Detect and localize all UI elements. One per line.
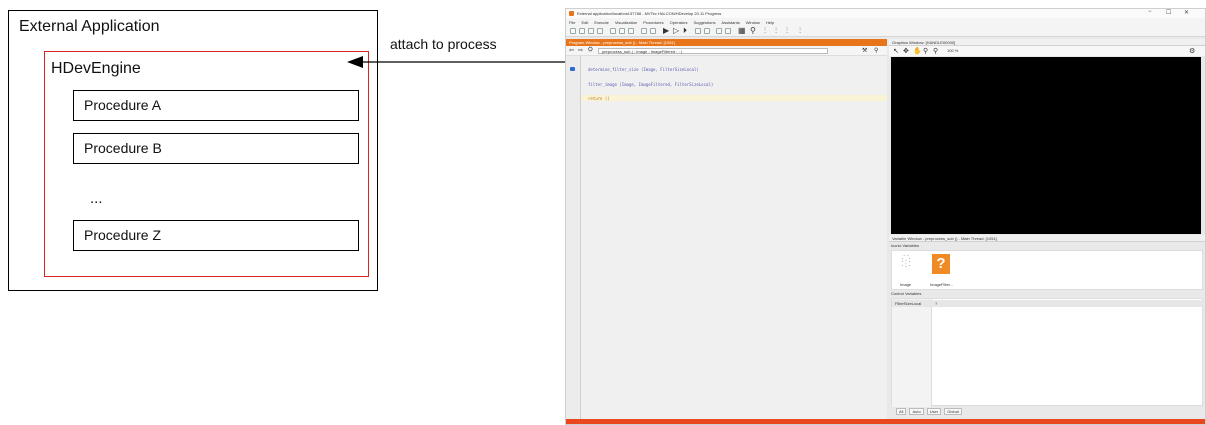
tab-global[interactable]: Global bbox=[944, 408, 962, 415]
menu-help[interactable]: Help bbox=[766, 20, 774, 25]
menu-suggestions[interactable]: Suggestions bbox=[693, 20, 715, 25]
attach-to-process-label: attach to process bbox=[390, 36, 497, 52]
run-icon[interactable]: ▶ bbox=[663, 26, 669, 35]
code-line-1[interactable]: determine_filter_size (Image, FilterSize… bbox=[588, 67, 699, 72]
tab-all[interactable]: All bbox=[896, 408, 907, 415]
menu-file[interactable]: File bbox=[569, 20, 575, 25]
step-over-icon[interactable]: ⏵ bbox=[683, 26, 687, 36]
gray-histogram-icon[interactable]: ⫶ bbox=[786, 26, 788, 36]
procedure-z-box: Procedure Z bbox=[73, 220, 359, 251]
procedure-a-box: Procedure A bbox=[73, 90, 359, 121]
hdevelop-window: External application/localhost:37788 - M… bbox=[565, 8, 1206, 425]
menu-operators[interactable]: Operators bbox=[670, 20, 688, 25]
pan-icon[interactable]: ✋ bbox=[913, 47, 922, 55]
variable-tabs: All Auto User Global bbox=[896, 408, 962, 415]
current-line-highlight bbox=[581, 95, 887, 101]
reset-icon[interactable] bbox=[704, 28, 710, 34]
app-titlebar: External application/localhost:37788 - M… bbox=[566, 9, 1205, 18]
undo-icon[interactable] bbox=[641, 28, 647, 34]
main-toolbar: ▶ ▷ ⏵ ▦ ⚲ ⫶ ⫶ ⫶ ⫶ bbox=[566, 26, 1205, 37]
iconic-variables-area: · ·: · : · : · ? Image ImageFilter... bbox=[891, 250, 1203, 290]
menu-window[interactable]: Window bbox=[746, 20, 760, 25]
variable-window-header: Variable Window - preprocess_sub () - Ma… bbox=[889, 235, 1205, 242]
procedure-select-value: preprocess_sub ( : Image : ImageFiltered… bbox=[602, 49, 683, 54]
minimize-button[interactable]: − bbox=[1148, 9, 1152, 15]
move-icon[interactable]: ✥ bbox=[903, 47, 909, 55]
redo-icon[interactable] bbox=[650, 28, 656, 34]
line-number-gutter bbox=[566, 56, 581, 421]
menu-edit[interactable]: Edit bbox=[581, 20, 588, 25]
program-window-header: Program Window - preprocess_sub () - Mai… bbox=[566, 39, 887, 46]
control-variable-value: ? bbox=[935, 301, 938, 306]
hdevengine-label: HDevEngine bbox=[51, 60, 141, 77]
attach-arrow bbox=[347, 56, 567, 68]
control-name-column bbox=[892, 299, 932, 407]
program-window-toolbar: ⇦ ⇨ ⛭ preprocess_sub ( : Image : ImageFi… bbox=[566, 46, 887, 56]
breakpoint-icon[interactable] bbox=[716, 28, 722, 34]
app-title: External application/localhost:37788 - M… bbox=[577, 11, 722, 16]
procedure-b-box: Procedure B bbox=[73, 133, 359, 164]
line-profile-icon[interactable]: ⫶ bbox=[775, 26, 777, 36]
control-variable-row[interactable]: FilterSizeLocal ? bbox=[892, 300, 1204, 307]
menu-execute[interactable]: Execute bbox=[594, 20, 608, 25]
search-icon[interactable]: ⚲ bbox=[874, 47, 878, 54]
procedure-icon[interactable]: ⛭ bbox=[588, 47, 593, 54]
variable-window-title: Variable Window - preprocess_sub () - Ma… bbox=[892, 236, 997, 241]
edit-interface-icon[interactable]: ⚒ bbox=[862, 47, 867, 54]
step-icon[interactable]: ▷ bbox=[673, 26, 679, 35]
pointer-icon[interactable]: ↖ bbox=[893, 47, 899, 55]
graphics-window-title: Graphics Window: [HANDLE00000] bbox=[892, 40, 956, 45]
procedure-select[interactable]: preprocess_sub ( : Image : ImageFiltered… bbox=[598, 48, 828, 54]
feature-inspection-icon[interactable]: ⫶ bbox=[799, 26, 801, 36]
save-icon[interactable] bbox=[588, 28, 594, 34]
control-variable-name: FilterSizeLocal bbox=[895, 301, 922, 306]
profiler-icon[interactable] bbox=[725, 28, 731, 34]
image-filtered-variable-name: ImageFilter... bbox=[930, 282, 954, 287]
zoom-level[interactable]: 100 % bbox=[947, 48, 958, 53]
image-icon[interactable]: ▦ bbox=[738, 26, 746, 35]
tab-user[interactable]: User bbox=[926, 408, 942, 415]
print-icon[interactable] bbox=[597, 28, 603, 34]
menubar: File Edit Execute Visualization Procedur… bbox=[566, 18, 1205, 26]
zoom-select-icon[interactable]: ⚲ bbox=[933, 47, 938, 55]
code-line-2[interactable]: filter_image (Image, ImageFiltered, Filt… bbox=[588, 82, 713, 87]
cut-icon[interactable] bbox=[610, 28, 616, 34]
program-window-title: Program Window - preprocess_sub () - Mai… bbox=[569, 40, 675, 45]
copy-icon[interactable] bbox=[619, 28, 625, 34]
program-counter-marker bbox=[570, 67, 575, 71]
stop-icon[interactable] bbox=[695, 28, 701, 34]
forward-icon[interactable]: ⇨ bbox=[578, 47, 583, 54]
image-filtered-variable-icon[interactable]: ? bbox=[932, 254, 950, 274]
menu-visualization[interactable]: Visualization bbox=[615, 20, 637, 25]
open-file-icon[interactable] bbox=[579, 28, 585, 34]
new-file-icon[interactable] bbox=[570, 28, 576, 34]
histogram-icon[interactable]: ⫶ bbox=[764, 26, 766, 36]
image-variable-icon[interactable]: · ·: · : · : · bbox=[899, 253, 913, 275]
procedure-ellipsis: ... bbox=[90, 190, 103, 207]
hdevelop-app-icon bbox=[569, 11, 574, 16]
graphics-canvas[interactable] bbox=[891, 57, 1201, 234]
tab-auto[interactable]: Auto bbox=[909, 408, 924, 415]
attach-arrow-head bbox=[347, 56, 363, 68]
external-application-label: External Application bbox=[19, 18, 160, 35]
graphics-window-toolbar: ↖ ✥ ✋ ⚲ ⚲ 100 % ⚙ bbox=[889, 46, 1205, 56]
code-line-3[interactable]: return () bbox=[588, 96, 610, 101]
image-variable-name: Image bbox=[900, 282, 912, 287]
back-icon[interactable]: ⇦ bbox=[569, 47, 574, 54]
graphics-window-header: Graphics Window: [HANDLE00000] bbox=[889, 39, 1205, 46]
program-editor[interactable]: determine_filter_size (Image, FilterSize… bbox=[581, 56, 887, 421]
menu-procedures[interactable]: Procedures bbox=[643, 20, 663, 25]
zoom-in-icon[interactable]: ⚲ bbox=[923, 47, 928, 55]
zoom-icon[interactable]: ⚲ bbox=[750, 26, 756, 35]
paste-icon[interactable] bbox=[628, 28, 634, 34]
iconic-variables-label: Iconic Variables bbox=[891, 243, 919, 248]
status-bar bbox=[566, 419, 1205, 424]
maximize-button[interactable]: ☐ bbox=[1166, 9, 1171, 16]
menu-assistants[interactable]: Assistants bbox=[721, 20, 739, 25]
settings-icon[interactable]: ⚙ bbox=[1189, 47, 1195, 55]
control-variables-label: Control Variables bbox=[891, 291, 922, 296]
close-button[interactable]: ✕ bbox=[1184, 9, 1189, 16]
control-variables-area: FilterSizeLocal ? bbox=[891, 298, 1204, 407]
